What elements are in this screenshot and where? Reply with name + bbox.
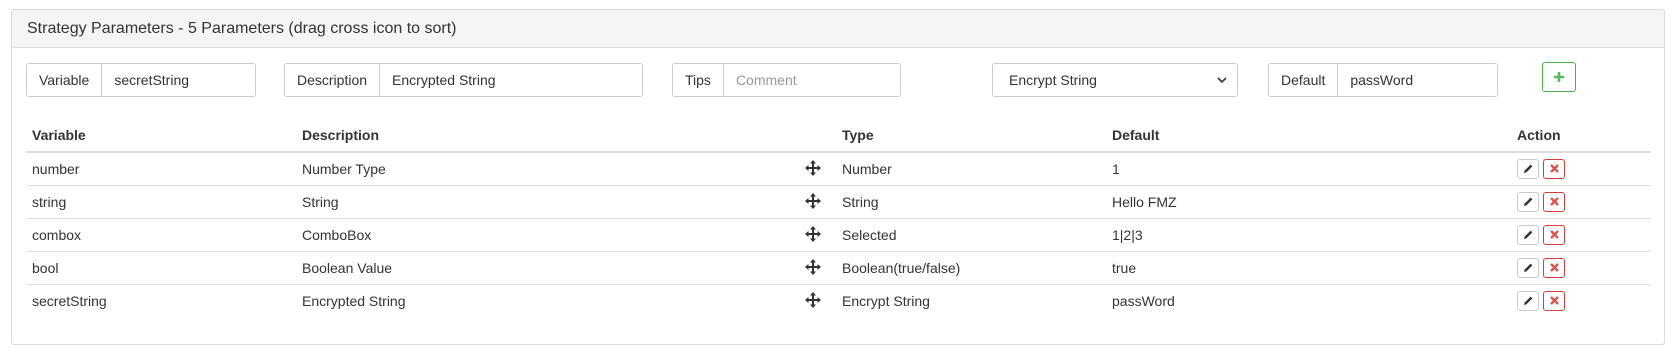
parameters-table: Variable Description Type Default Action… (27, 118, 1651, 317)
panel-heading: Strategy Parameters - 5 Parameters (drag… (12, 10, 1664, 48)
tips-input[interactable] (723, 64, 900, 96)
table-row: bool Boolean Value Boolean(true/false) t… (27, 250, 1651, 284)
cell-variable: combox (27, 217, 297, 251)
variable-input[interactable] (102, 64, 255, 96)
close-icon (1549, 230, 1559, 239)
parameter-form: Variable Description Tips Encrypt String… (12, 62, 1664, 97)
cell-default: passWord (1107, 283, 1512, 317)
edit-button[interactable] (1517, 158, 1539, 179)
pencil-icon (1524, 296, 1533, 305)
table-row: secretString Encrypted String Encrypt St… (27, 283, 1651, 317)
cell-description: ComboBox (297, 217, 837, 251)
cell-variable: bool (27, 250, 297, 284)
pencil-icon (1524, 197, 1533, 206)
cell-type: Selected (842, 226, 897, 243)
default-addon-label: Default (1269, 64, 1339, 96)
delete-button[interactable] (1543, 290, 1565, 311)
add-parameter-button[interactable] (1542, 62, 1576, 92)
table-row: number Number Type Number 1 (27, 152, 1651, 185)
type-select-value: Encrypt String (1009, 72, 1097, 88)
header-default: Default (1107, 118, 1512, 153)
variable-addon-label: Variable (27, 64, 103, 96)
move-cross-icon[interactable] (805, 291, 821, 308)
close-icon (1549, 164, 1559, 174)
delete-button[interactable] (1543, 257, 1565, 278)
close-icon (1549, 296, 1559, 306)
cell-default: Hello FMZ (1107, 184, 1512, 218)
cell-description: Number Type (302, 160, 386, 177)
table-header-row: Variable Description Type Default Action (27, 118, 1651, 153)
pencil-icon (1524, 164, 1533, 173)
default-input[interactable] (1338, 64, 1497, 96)
variable-input-group: Variable (26, 63, 256, 97)
edit-button[interactable] (1517, 290, 1539, 311)
delete-button[interactable] (1543, 224, 1565, 245)
pencil-icon (1524, 263, 1533, 272)
close-icon (1549, 263, 1559, 272)
tips-addon-label: Tips (673, 64, 724, 96)
cell-variable: number (32, 160, 80, 177)
delete-button[interactable] (1543, 191, 1565, 212)
edit-button[interactable] (1517, 191, 1539, 212)
cell-default: 1 (1112, 160, 1120, 177)
move-cross-icon[interactable] (805, 160, 821, 176)
cell-type: String (842, 193, 879, 210)
cell-type: Number (842, 160, 892, 177)
cell-variable: string (27, 184, 297, 218)
description-addon-label: Description (285, 64, 381, 96)
cell-description: Boolean Value (297, 250, 837, 284)
header-type: Type (837, 118, 1107, 153)
chevron-down-icon (1217, 77, 1227, 84)
pencil-icon (1524, 230, 1533, 239)
panel-title: Strategy Parameters - 5 Parameters (drag… (27, 19, 457, 37)
move-cross-icon[interactable] (805, 258, 821, 275)
delete-button[interactable] (1543, 158, 1565, 179)
header-variable: Variable (27, 118, 297, 153)
edit-button[interactable] (1517, 257, 1539, 278)
move-cross-icon[interactable] (805, 225, 821, 242)
header-description: Description (297, 118, 837, 153)
description-input[interactable] (380, 64, 642, 96)
cell-variable: secretString (27, 283, 297, 317)
cell-default: true (1107, 250, 1512, 284)
table-row: combox ComboBox Selected 1|2|3 (27, 217, 1651, 251)
cell-default: 1|2|3 (1107, 217, 1512, 251)
close-icon (1549, 197, 1559, 206)
tips-input-group: Tips (672, 63, 901, 97)
edit-button[interactable] (1517, 224, 1539, 245)
type-select[interactable]: Encrypt String (992, 63, 1238, 97)
header-action: Action (1512, 118, 1651, 153)
default-input-group: Default (1268, 63, 1498, 97)
plus-icon (1554, 72, 1564, 82)
strategy-parameters-panel: Strategy Parameters - 5 Parameters (drag… (11, 9, 1665, 345)
cell-description: String (297, 184, 837, 218)
cell-description: Encrypted String (297, 283, 837, 317)
cell-type: Encrypt String (842, 292, 930, 309)
table-row: string String String Hello FMZ (27, 184, 1651, 218)
move-cross-icon[interactable] (805, 192, 821, 209)
cell-type: Boolean(true/false) (842, 259, 961, 276)
description-input-group: Description (284, 63, 643, 97)
